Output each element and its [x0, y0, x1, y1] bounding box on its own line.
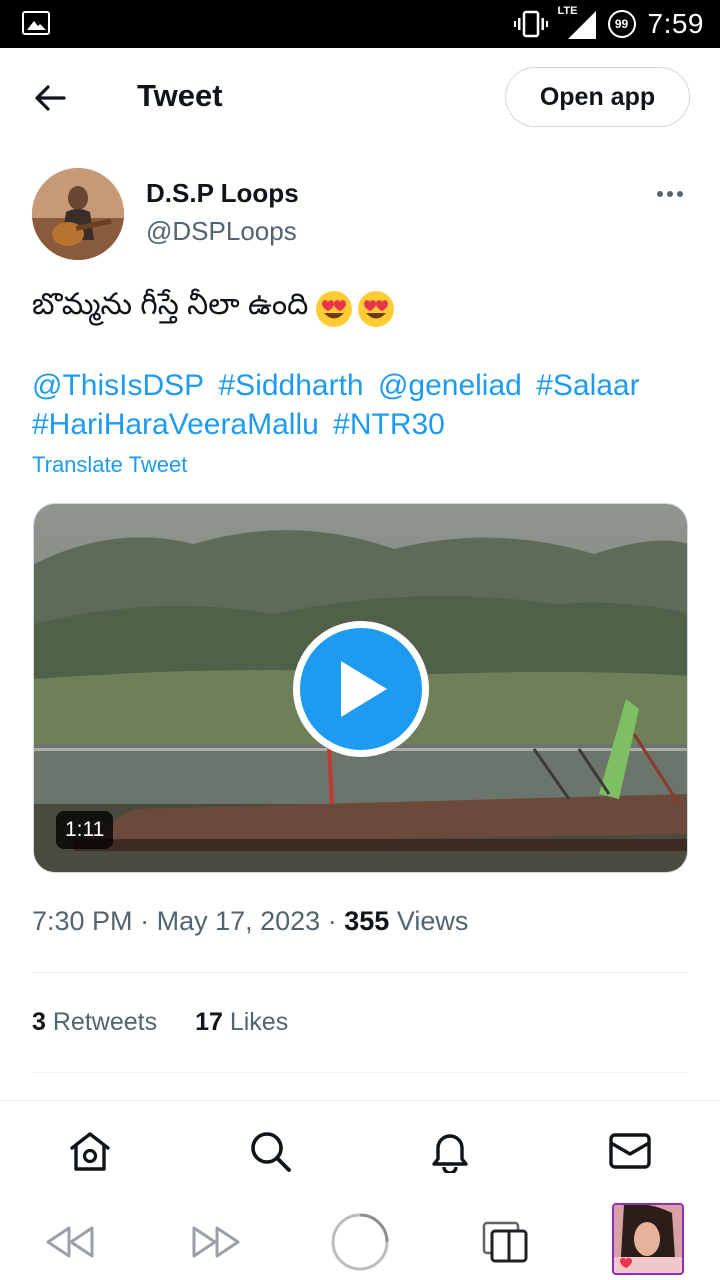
image-icon [22, 11, 50, 35]
more-dot [677, 191, 683, 197]
status-bar: LTE 99 7:59 [0, 0, 720, 48]
video-duration: 1:11 [56, 811, 114, 849]
tweet-stats: 3 Retweets 17 Likes [32, 1008, 288, 1037]
divider [32, 1072, 688, 1073]
loading-spinner-icon [331, 1213, 389, 1271]
meta-separator: · [327, 906, 337, 936]
more-options-button[interactable] [652, 180, 688, 208]
tag-link[interactable]: @ThisIsDSP [32, 369, 204, 402]
play-icon [341, 661, 387, 717]
retweets-count: 3 [32, 1008, 46, 1036]
tweet-time: 7:30 PM [32, 906, 133, 936]
video-player[interactable]: 1:11 [33, 503, 688, 873]
status-time: 7:59 [647, 8, 704, 39]
status-icons: LTE 99 7:59 [513, 0, 705, 48]
signal-icon: LTE [558, 5, 596, 39]
likes-stat[interactable]: 17 Likes [195, 1008, 288, 1037]
bottom-nav [0, 1100, 720, 1200]
fast-forward-icon [192, 1226, 240, 1258]
nav-notifications[interactable] [428, 1129, 472, 1173]
top-app-bar: Tweet Open app [0, 48, 720, 146]
divider [32, 972, 688, 973]
tag-link[interactable]: #HariHaraVeeraMallu [32, 408, 319, 441]
tag-link[interactable]: #NTR30 [333, 408, 445, 441]
network-type: LTE [557, 5, 578, 17]
tag-link[interactable]: #Siddharth [219, 369, 364, 402]
heart-eyes-emoji [358, 290, 395, 327]
meta-separator: · [140, 906, 150, 936]
rewind-icon [46, 1226, 94, 1258]
messages-icon [609, 1133, 651, 1169]
likes-label: Likes [229, 1008, 289, 1036]
page-title: Tweet [137, 78, 223, 113]
tweet-body: బొమ్మను గీస్తే నీలా ఉంది [32, 288, 309, 321]
notification-count-icon: 99 [607, 10, 636, 38]
play-button[interactable] [293, 621, 429, 757]
rewind-button[interactable] [40, 1212, 100, 1272]
tweet-tags: @ThisIsDSP #Siddharth @geneliad #Salaar … [32, 366, 692, 444]
open-app-button[interactable]: Open app [505, 67, 690, 127]
retweets-stat[interactable]: 3 Retweets [32, 1008, 157, 1037]
tag-link[interactable]: #Salaar [536, 369, 639, 402]
fast-forward-button[interactable] [186, 1212, 246, 1272]
nav-messages[interactable] [608, 1129, 652, 1173]
vibrate-icon [513, 10, 548, 38]
retweets-label: Retweets [52, 1008, 158, 1036]
views-label: Views [396, 906, 469, 936]
tweet-date: May 17, 2023 [156, 906, 321, 936]
heart-eyes-emoji [316, 290, 353, 327]
tabs-button[interactable] [475, 1212, 535, 1272]
search-icon [251, 1132, 291, 1172]
more-dot [667, 191, 673, 197]
tag-link[interactable]: @geneliad [378, 369, 522, 402]
likes-count: 17 [195, 1008, 223, 1036]
tweet-meta: 7:30 PM · May 17, 2023 · 355 Views [32, 906, 468, 937]
views-count: 355 [344, 906, 390, 936]
tweet-text: బొమ్మను గీస్తే నీలా ఉంది [32, 288, 396, 329]
avatar[interactable] [32, 168, 124, 260]
author-name[interactable]: D.S.P Loops [146, 178, 299, 209]
nav-home[interactable] [68, 1129, 112, 1173]
translate-tweet-link[interactable]: Translate Tweet [32, 452, 187, 478]
reload-button[interactable] [330, 1212, 390, 1272]
tab-thumbnail[interactable] [612, 1203, 684, 1275]
arrow-left-icon [35, 85, 66, 111]
author-handle[interactable]: @DSPLoops [146, 216, 297, 247]
home-icon [70, 1132, 110, 1171]
back-button[interactable] [30, 78, 70, 118]
notifications-icon [432, 1134, 468, 1173]
nav-search[interactable] [248, 1129, 292, 1173]
tabs-icon [482, 1221, 528, 1263]
more-dot [657, 191, 663, 197]
